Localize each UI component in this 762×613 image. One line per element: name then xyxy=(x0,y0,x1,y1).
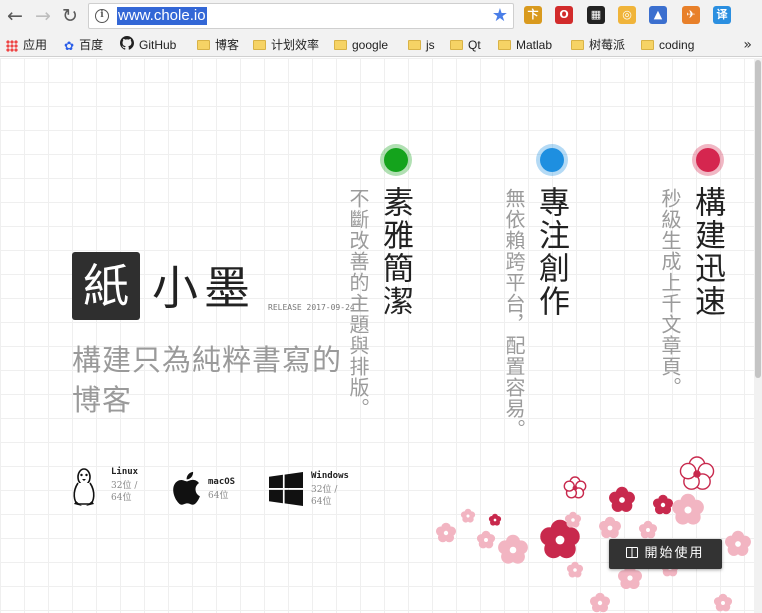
bookmark-google[interactable]: google xyxy=(334,36,388,54)
folder-icon xyxy=(408,39,421,50)
ext-opera-icon[interactable]: O xyxy=(555,6,573,24)
bookmark-qt[interactable]: Qt xyxy=(450,36,481,54)
blossom-flower xyxy=(435,522,457,543)
ext-qrcode-icon[interactable]: ▦ xyxy=(587,6,605,24)
site-name: 小墨 xyxy=(152,261,256,315)
blossom-flower xyxy=(609,486,635,512)
logo-mark: 紙 xyxy=(72,252,140,320)
platform-name: Linux xyxy=(111,467,139,477)
folder-icon xyxy=(197,39,210,50)
forward-arrow-icon[interactable]: → xyxy=(32,4,54,28)
windows-icon xyxy=(269,472,303,506)
blossom-flower xyxy=(638,520,658,539)
blossom-flower xyxy=(460,508,476,523)
blossom-flower xyxy=(598,516,622,539)
back-arrow-icon[interactable]: ← xyxy=(4,4,26,28)
folder-icon xyxy=(571,39,584,50)
bookmark-matlab[interactable]: Matlab xyxy=(498,36,552,54)
feature-desc: 不斷改善的主題與排版。 xyxy=(346,188,370,419)
star-icon[interactable]: ★ xyxy=(492,5,508,27)
book-icon xyxy=(626,547,639,558)
blossom-flower xyxy=(713,593,733,612)
bookmark-baidu[interactable]: ✿ 百度 xyxy=(64,36,103,54)
apple-icon xyxy=(173,471,200,505)
blossom-flower xyxy=(725,530,751,556)
folder-icon xyxy=(253,39,266,50)
reload-icon[interactable]: ↻ xyxy=(59,4,81,28)
folder-icon xyxy=(334,39,347,50)
bookmark-plan[interactable]: 计划效率 xyxy=(253,36,319,54)
blossom-flower xyxy=(498,534,528,564)
bookmark-blog[interactable]: 博客 xyxy=(197,36,239,54)
platform-bits: 32位 / 64位 xyxy=(311,485,338,507)
blossom-flower xyxy=(488,513,502,526)
address-bar[interactable]: i www.chole.io ★ xyxy=(88,3,514,29)
bookmark-coding[interactable]: coding xyxy=(641,36,694,54)
feature-title: 構建迅速 xyxy=(689,186,725,318)
bookmark-label: Qt xyxy=(468,38,481,52)
url-text[interactable]: www.chole.io xyxy=(117,7,207,25)
bookmark-label: coding xyxy=(659,38,695,52)
feature-desc: 秒級生成上千文章頁。 xyxy=(658,188,682,398)
ext-coin-icon[interactable]: 卞 xyxy=(524,6,542,24)
blossom-flower xyxy=(589,592,611,613)
folder-icon xyxy=(450,39,463,50)
platform-bits: 64位 xyxy=(208,491,229,501)
start-button-label: 開始使用 xyxy=(644,546,705,561)
bookmark-label: google xyxy=(352,38,389,52)
scrollbar-thumb[interactable] xyxy=(755,60,761,378)
page-content: 紙 小墨 RELEASE 2017-09-24 構建只為純粹書寫的博客 素雅簡潔… xyxy=(0,58,762,613)
blossom-flower xyxy=(563,476,587,499)
platform-name: Windows xyxy=(311,471,349,481)
bookmark-js[interactable]: js xyxy=(408,36,435,54)
feature-title: 專注創作 xyxy=(533,186,569,318)
platform-name: macOS xyxy=(208,477,236,487)
bookmark-apps[interactable]: 应用 xyxy=(6,36,47,54)
bookmark-raspberry[interactable]: 树莓派 xyxy=(571,36,625,54)
apps-icon xyxy=(6,39,18,52)
platform-bits: 32位 / 64位 xyxy=(111,481,138,503)
linux-tux-icon xyxy=(73,468,95,506)
ext-circle-icon[interactable]: ◎ xyxy=(618,6,636,24)
ext-translate-icon[interactable]: 译 xyxy=(713,6,731,24)
bookmark-label: 计划效率 xyxy=(271,38,320,52)
info-icon[interactable]: i xyxy=(95,9,109,23)
bookmark-label: 树莓派 xyxy=(589,38,626,52)
bookmark-label: 博客 xyxy=(215,38,240,52)
blossom-flower xyxy=(679,456,715,490)
start-button[interactable]: 開始使用 xyxy=(609,539,722,569)
bookmark-label: js xyxy=(426,38,435,52)
browser-toolbar: ← → ↻ i www.chole.io ★ 卞 O ▦ ◎ ▲ ✈ 译 xyxy=(0,0,762,33)
feature-desc: 無依賴跨平台，配置容易。 xyxy=(502,188,526,440)
feature-dot-blue xyxy=(540,148,564,172)
bookmarks-more-icon[interactable]: » xyxy=(743,36,752,54)
github-icon xyxy=(120,36,134,55)
release-date: RELEASE 2017-09-24 xyxy=(268,303,355,312)
feature-title: 素雅簡潔 xyxy=(377,186,413,318)
baidu-paw-icon: ✿ xyxy=(64,38,75,53)
bookmark-label: Matlab xyxy=(516,38,553,52)
blossom-flower xyxy=(564,511,582,528)
folder-icon xyxy=(641,39,654,50)
folder-icon xyxy=(498,39,511,50)
bookmarks-bar: 应用 ✿ 百度 GitHub 博客 计划效率 google js Qt Matla… xyxy=(0,33,762,57)
tagline: 構建只為純粹書寫的博客 xyxy=(72,343,343,417)
bookmark-github[interactable]: GitHub xyxy=(120,36,176,54)
ext-fish-icon[interactable]: ✈ xyxy=(682,6,700,24)
blossom-flower xyxy=(476,530,496,549)
feature-dot-red xyxy=(696,148,720,172)
blossom-flower xyxy=(672,493,704,525)
bookmark-label: GitHub xyxy=(139,38,177,52)
page-scrollbar[interactable] xyxy=(754,58,762,613)
bookmark-label: 百度 xyxy=(79,38,104,52)
ext-graduate-icon[interactable]: ▲ xyxy=(649,6,667,24)
feature-dot-green xyxy=(384,148,408,172)
blossom-flower xyxy=(566,561,584,578)
bookmark-label: 应用 xyxy=(23,38,48,52)
